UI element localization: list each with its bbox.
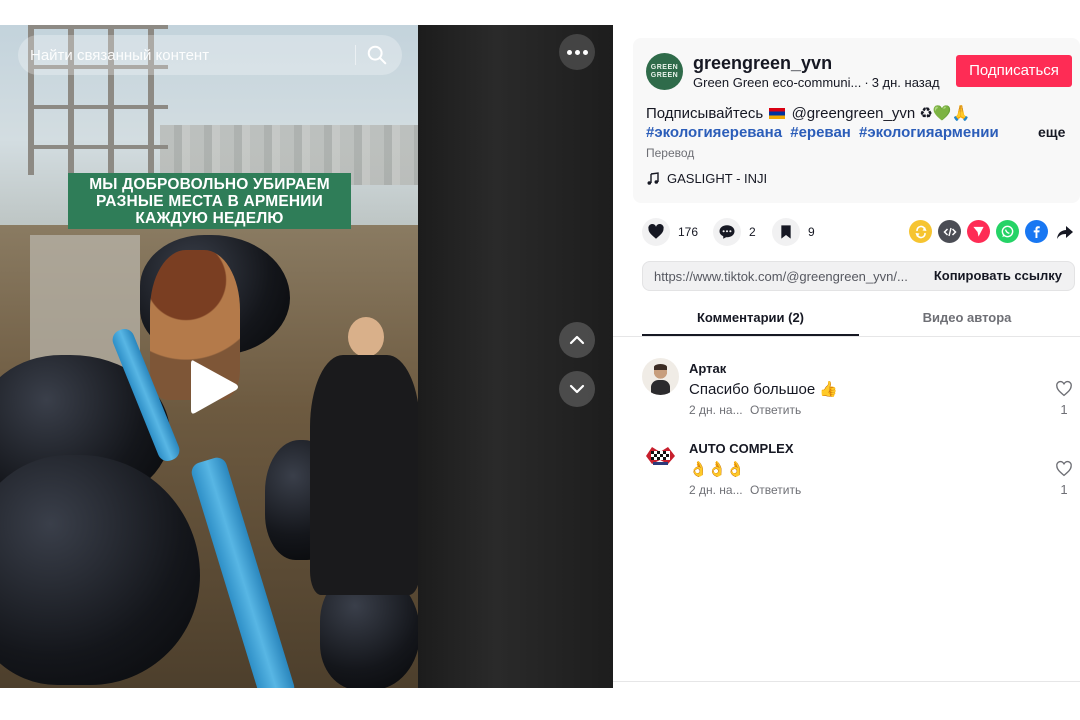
like-button[interactable]: 176 (642, 218, 698, 246)
comment-text: Спасибо большое 👍 (689, 381, 839, 398)
author-avatar[interactable]: GREEN GREEN (646, 53, 683, 90)
author-meta: Green Green eco-communi... · 3 дн. назад (693, 75, 940, 90)
share-link-box: https://www.tiktok.com/@greengreen_yvn/.… (642, 261, 1075, 291)
hashtag-link[interactable]: #экологияармении (859, 124, 999, 141)
avatar-hair (654, 364, 667, 370)
reply-button[interactable]: Ответить (750, 483, 801, 497)
comment-like-count: 1 (1060, 402, 1068, 417)
comment-text: 👌👌👌 (689, 460, 746, 478)
more-icon (566, 49, 572, 55)
reply-button[interactable]: Ответить (750, 403, 801, 417)
caption-line: КАЖДУЮ НЕДЕЛЮ (135, 210, 284, 227)
video-player[interactable]: Найти связанный контент МЫ ДОБРОВОЛЬНО У… (0, 25, 613, 688)
translate-link[interactable]: Перевод (646, 146, 694, 160)
commenter-avatar[interactable] (642, 438, 679, 475)
send-direct-button[interactable] (967, 220, 990, 243)
previous-video-button[interactable] (559, 322, 595, 358)
more-icon (582, 49, 588, 55)
video-overlay-caption: МЫ ДОБРОВОЛЬНО УБИРАЕМ РАЗНЫЕ МЕСТА В АР… (68, 173, 351, 229)
hashtag-link[interactable]: #экологияеревана (646, 124, 782, 141)
comment-input-divider (613, 681, 1080, 682)
post-description: Подписывайтесь @greengreen_yvn ♻💚🙏 (646, 104, 970, 122)
comment-item: Артак Спасибо большое 👍 2 дн. на... Отве… (642, 358, 1080, 428)
repost-button[interactable] (909, 220, 932, 243)
chevron-up-icon (569, 335, 585, 345)
music-title: GASLIGHT - INJI (667, 171, 768, 186)
video-person-man (348, 317, 384, 357)
description-emoji: ♻💚🙏 (919, 104, 971, 122)
music-link[interactable]: GASLIGHT - INJI (646, 171, 767, 186)
comment-heart-icon[interactable] (1055, 460, 1073, 478)
bookmark-button[interactable]: 9 (772, 218, 815, 246)
description-mention[interactable]: @greengreen_yvn (792, 105, 916, 122)
caption-line: МЫ ДОБРОВОЛЬНО УБИРАЕМ (89, 176, 330, 193)
like-button-circle (642, 218, 670, 246)
armenia-flag-icon (769, 108, 786, 119)
bookmark-button-circle (772, 218, 800, 246)
commenter-avatar[interactable] (642, 358, 679, 395)
comment-button[interactable]: 2 (713, 218, 756, 246)
send-icon (973, 226, 984, 237)
heart-icon (648, 223, 664, 239)
avatar-logo-text: GREEN GREEN (650, 64, 679, 79)
meta-separator: · (864, 75, 869, 90)
auto-complex-logo-icon (646, 447, 675, 465)
comment-count: 2 (749, 225, 756, 239)
next-video-button[interactable] (559, 371, 595, 407)
copy-link-button[interactable]: Копировать ссылку (934, 268, 1062, 283)
like-count: 176 (678, 225, 699, 239)
comment-time: 2 дн. на... (689, 483, 743, 497)
embed-button[interactable] (938, 220, 961, 243)
whatsapp-icon (1001, 225, 1014, 238)
share-link-url[interactable]: https://www.tiktok.com/@greengreen_yvn/.… (654, 269, 908, 284)
description-text: Подписывайтесь (646, 105, 764, 122)
comment-time: 2 дн. на... (689, 403, 743, 417)
comment-heart-icon[interactable] (1055, 380, 1073, 398)
tab-comments[interactable]: Комментарии (2) (642, 304, 859, 336)
bookmark-count: 9 (808, 225, 815, 239)
related-search-input[interactable]: Найти связанный контент (18, 35, 402, 75)
more-description-link[interactable]: еще (1038, 124, 1065, 140)
whatsapp-share-button[interactable] (996, 220, 1019, 243)
hashtag-link[interactable]: #ереван (790, 124, 851, 141)
more-icon (574, 49, 580, 55)
search-icon[interactable] (366, 44, 388, 66)
avatar-body (651, 380, 670, 395)
more-share-button[interactable] (1053, 220, 1076, 243)
search-divider (355, 45, 356, 65)
facebook-share-button[interactable] (1025, 220, 1048, 243)
video-person-man (310, 355, 418, 595)
repost-icon (915, 225, 926, 238)
music-note-icon (647, 171, 659, 185)
facebook-icon (1033, 226, 1040, 238)
author-nickname: Green Green eco-communi... (693, 75, 862, 90)
chevron-down-icon (569, 384, 585, 394)
more-options-button[interactable] (559, 34, 595, 70)
bookmark-icon (781, 225, 791, 239)
post-time: 3 дн. назад (871, 75, 940, 90)
caption-line: РАЗНЫЕ МЕСТА В АРМЕНИИ (96, 193, 323, 210)
author-username[interactable]: greengreen_yvn (693, 53, 832, 74)
share-arrow-icon (1056, 225, 1073, 239)
comment-item: AUTO COMPLEX 👌👌👌 2 дн. на... Ответить 1 (642, 438, 1080, 508)
play-icon[interactable] (188, 357, 240, 417)
comment-meta: 2 дн. на... Ответить (689, 403, 801, 417)
embed-icon (942, 227, 957, 236)
hashtag-list: #экологияеревана #ереван #экологияармени… (646, 124, 1003, 141)
tab-author-videos[interactable]: Видео автора (859, 304, 1075, 336)
search-placeholder: Найти связанный контент (30, 46, 210, 64)
comment-meta: 2 дн. на... Ответить (689, 483, 801, 497)
tabs-divider (613, 336, 1080, 337)
comment-icon (719, 225, 735, 239)
comment-like-count: 1 (1060, 482, 1068, 497)
comment-button-circle (713, 218, 741, 246)
subscribe-button[interactable]: Подписаться (956, 55, 1072, 87)
commenter-name[interactable]: Артак (689, 361, 726, 376)
commenter-name[interactable]: AUTO COMPLEX (689, 441, 794, 456)
